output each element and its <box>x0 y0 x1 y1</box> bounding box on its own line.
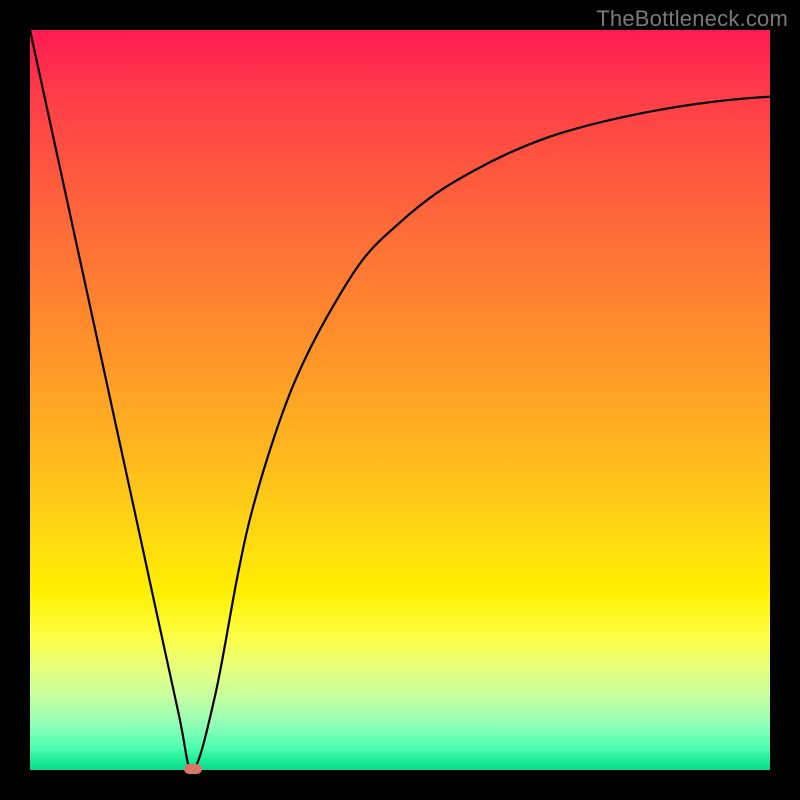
minimum-marker <box>184 764 202 774</box>
bottleneck-curve <box>30 30 770 770</box>
watermark-text: TheBottleneck.com <box>596 6 788 32</box>
plot-area <box>30 30 770 770</box>
chart-frame: TheBottleneck.com <box>0 0 800 800</box>
